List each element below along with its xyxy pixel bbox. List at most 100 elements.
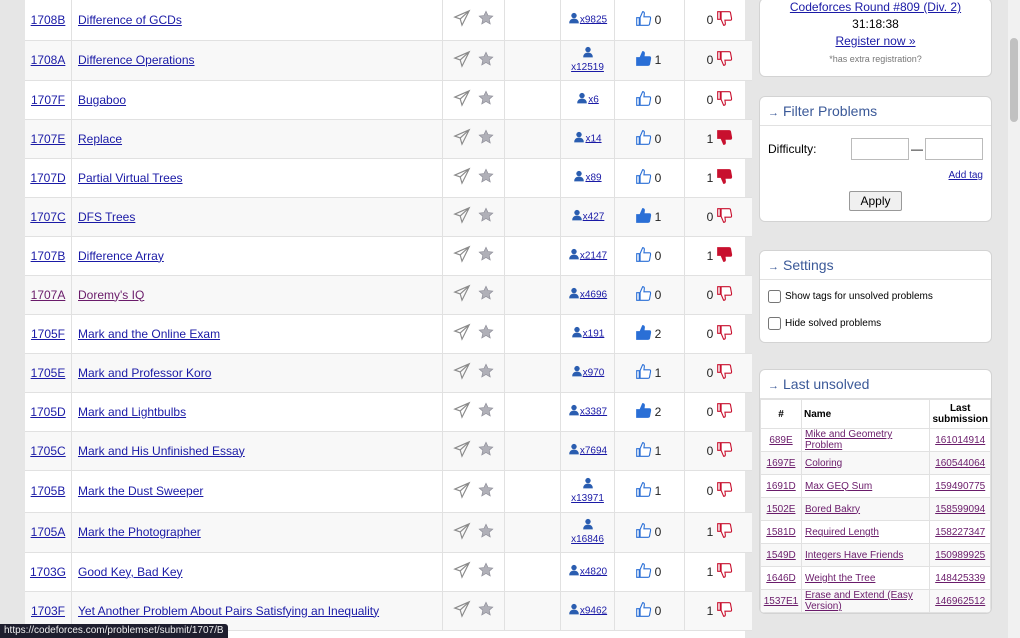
paper-plane-icon[interactable] xyxy=(452,600,471,621)
solved-count-link[interactable]: x427 xyxy=(583,211,605,222)
hide-solved-checkbox[interactable] xyxy=(768,317,781,330)
problem-id-link[interactable]: 1703F xyxy=(31,604,65,618)
problem-id-link[interactable]: 1707E xyxy=(31,132,66,146)
thumbs-down-icon[interactable] xyxy=(716,601,733,621)
problem-name-link[interactable]: Yet Another Problem About Pairs Satisfyi… xyxy=(78,604,379,618)
solved-count-link[interactable]: x9462 xyxy=(580,605,607,616)
paper-plane-icon[interactable] xyxy=(452,440,471,461)
thumbs-up-icon[interactable] xyxy=(635,481,652,501)
thumbs-up-icon[interactable] xyxy=(635,246,652,266)
paper-plane-icon[interactable] xyxy=(452,481,471,502)
last-unsolved-name-link[interactable]: Erase and Extend (Easy Version) xyxy=(805,590,913,612)
last-unsolved-name-link[interactable]: Bored Bakry xyxy=(805,504,860,515)
paper-plane-icon[interactable] xyxy=(452,9,471,30)
problem-name-link[interactable]: Mark and Lightbulbs xyxy=(78,405,186,419)
problem-id-link[interactable]: 1708A xyxy=(31,53,66,67)
last-unsolved-id-link[interactable]: 1581D xyxy=(766,527,795,538)
solved-count-link[interactable]: x4820 xyxy=(580,566,607,577)
paper-plane-icon[interactable] xyxy=(452,323,471,344)
solved-count-link[interactable]: x2147 xyxy=(580,250,607,261)
star-icon[interactable] xyxy=(478,246,494,265)
thumbs-down-icon[interactable] xyxy=(716,285,733,305)
star-icon[interactable] xyxy=(478,402,494,421)
star-icon[interactable] xyxy=(478,363,494,382)
difficulty-min-input[interactable] xyxy=(851,138,909,160)
thumbs-down-icon[interactable] xyxy=(716,129,733,149)
problem-name-link[interactable]: Doremy's IQ xyxy=(78,288,144,302)
apply-button[interactable]: Apply xyxy=(849,191,902,211)
last-unsolved-id-link[interactable]: 1691D xyxy=(766,481,795,492)
thumbs-down-icon[interactable] xyxy=(716,522,733,542)
problem-id-link[interactable]: 1707B xyxy=(31,249,66,263)
last-unsolved-id-link[interactable]: 1697E xyxy=(767,458,796,469)
problem-id-link[interactable]: 1705B xyxy=(31,484,66,498)
paper-plane-icon[interactable] xyxy=(452,401,471,422)
thumbs-down-icon[interactable] xyxy=(716,207,733,227)
solved-count-link[interactable]: x3387 xyxy=(580,406,607,417)
last-unsolved-name-link[interactable]: Coloring xyxy=(805,458,842,469)
paper-plane-icon[interactable] xyxy=(452,522,471,543)
thumbs-up-icon[interactable] xyxy=(635,90,652,110)
last-unsolved-name-link[interactable]: Integers Have Friends xyxy=(805,550,903,561)
last-unsolved-name-link[interactable]: Max GEQ Sum xyxy=(805,481,872,492)
solved-count-link[interactable]: x14 xyxy=(585,133,601,144)
paper-plane-icon[interactable] xyxy=(452,167,471,188)
thumbs-up-icon[interactable] xyxy=(635,601,652,621)
thumbs-down-icon[interactable] xyxy=(716,168,733,188)
problem-id-link[interactable]: 1707C xyxy=(30,210,65,224)
problem-name-link[interactable]: Difference Array xyxy=(78,249,164,263)
paper-plane-icon[interactable] xyxy=(452,89,471,110)
solved-count-link[interactable]: x7694 xyxy=(580,445,607,456)
paper-plane-icon[interactable] xyxy=(452,561,471,582)
thumbs-down-icon[interactable] xyxy=(716,562,733,582)
problem-id-link[interactable]: 1703G xyxy=(30,565,66,579)
star-icon[interactable] xyxy=(478,601,494,620)
thumbs-up-icon[interactable] xyxy=(635,207,652,227)
star-icon[interactable] xyxy=(478,441,494,460)
last-unsolved-submission-link[interactable]: 158227347 xyxy=(935,527,985,538)
last-unsolved-submission-link[interactable]: 161014914 xyxy=(935,435,985,446)
star-icon[interactable] xyxy=(478,168,494,187)
problem-name-link[interactable]: Difference of GCDs xyxy=(78,13,182,27)
thumbs-up-icon[interactable] xyxy=(635,402,652,422)
problem-name-link[interactable]: Mark and His Unfinished Essay xyxy=(78,444,245,458)
last-unsolved-submission-link[interactable]: 159490775 xyxy=(935,481,985,492)
solved-count-link[interactable]: x13971 xyxy=(571,493,604,504)
thumbs-down-icon[interactable] xyxy=(716,441,733,461)
paper-plane-icon[interactable] xyxy=(452,245,471,266)
problem-id-link[interactable]: 1708B xyxy=(31,13,66,27)
solved-count-link[interactable]: x191 xyxy=(583,328,605,339)
last-unsolved-id-link[interactable]: 1646D xyxy=(766,573,795,584)
thumbs-up-icon[interactable] xyxy=(635,324,652,344)
last-unsolved-submission-link[interactable]: 148425339 xyxy=(935,573,985,584)
problem-name-link[interactable]: Mark the Dust Sweeper xyxy=(78,484,203,498)
last-unsolved-submission-link[interactable]: 158599094 xyxy=(935,504,985,515)
scrollbar[interactable] xyxy=(1008,0,1020,638)
thumbs-down-icon[interactable] xyxy=(716,10,733,30)
thumbs-up-icon[interactable] xyxy=(635,129,652,149)
star-icon[interactable] xyxy=(478,522,494,542)
thumbs-up-icon[interactable] xyxy=(635,522,652,542)
difficulty-max-input[interactable] xyxy=(925,138,983,160)
star-icon[interactable] xyxy=(478,562,494,581)
paper-plane-icon[interactable] xyxy=(452,50,471,71)
show-tags-checkbox[interactable] xyxy=(768,290,781,303)
problem-name-link[interactable]: Mark and Professor Koro xyxy=(78,366,211,380)
problem-id-link[interactable]: 1705C xyxy=(30,444,65,458)
solved-count-link[interactable]: x6 xyxy=(588,94,599,105)
star-icon[interactable] xyxy=(478,207,494,226)
thumbs-down-icon[interactable] xyxy=(716,90,733,110)
last-unsolved-name-link[interactable]: Mike and Geometry Problem xyxy=(805,429,892,451)
register-link[interactable]: Register now » xyxy=(835,34,915,48)
problem-id-link[interactable]: 1705E xyxy=(31,366,66,380)
last-unsolved-name-link[interactable]: Required Length xyxy=(805,527,879,538)
solved-count-link[interactable]: x12519 xyxy=(571,62,604,73)
star-icon[interactable] xyxy=(478,285,494,304)
problem-id-link[interactable]: 1707F xyxy=(31,93,65,107)
solved-count-link[interactable]: x970 xyxy=(583,367,605,378)
problem-name-link[interactable]: Bugaboo xyxy=(78,93,126,107)
thumbs-up-icon[interactable] xyxy=(635,285,652,305)
solved-count-link[interactable]: x4696 xyxy=(580,289,607,300)
problem-name-link[interactable]: DFS Trees xyxy=(78,210,135,224)
problem-name-link[interactable]: Difference Operations xyxy=(78,53,195,67)
